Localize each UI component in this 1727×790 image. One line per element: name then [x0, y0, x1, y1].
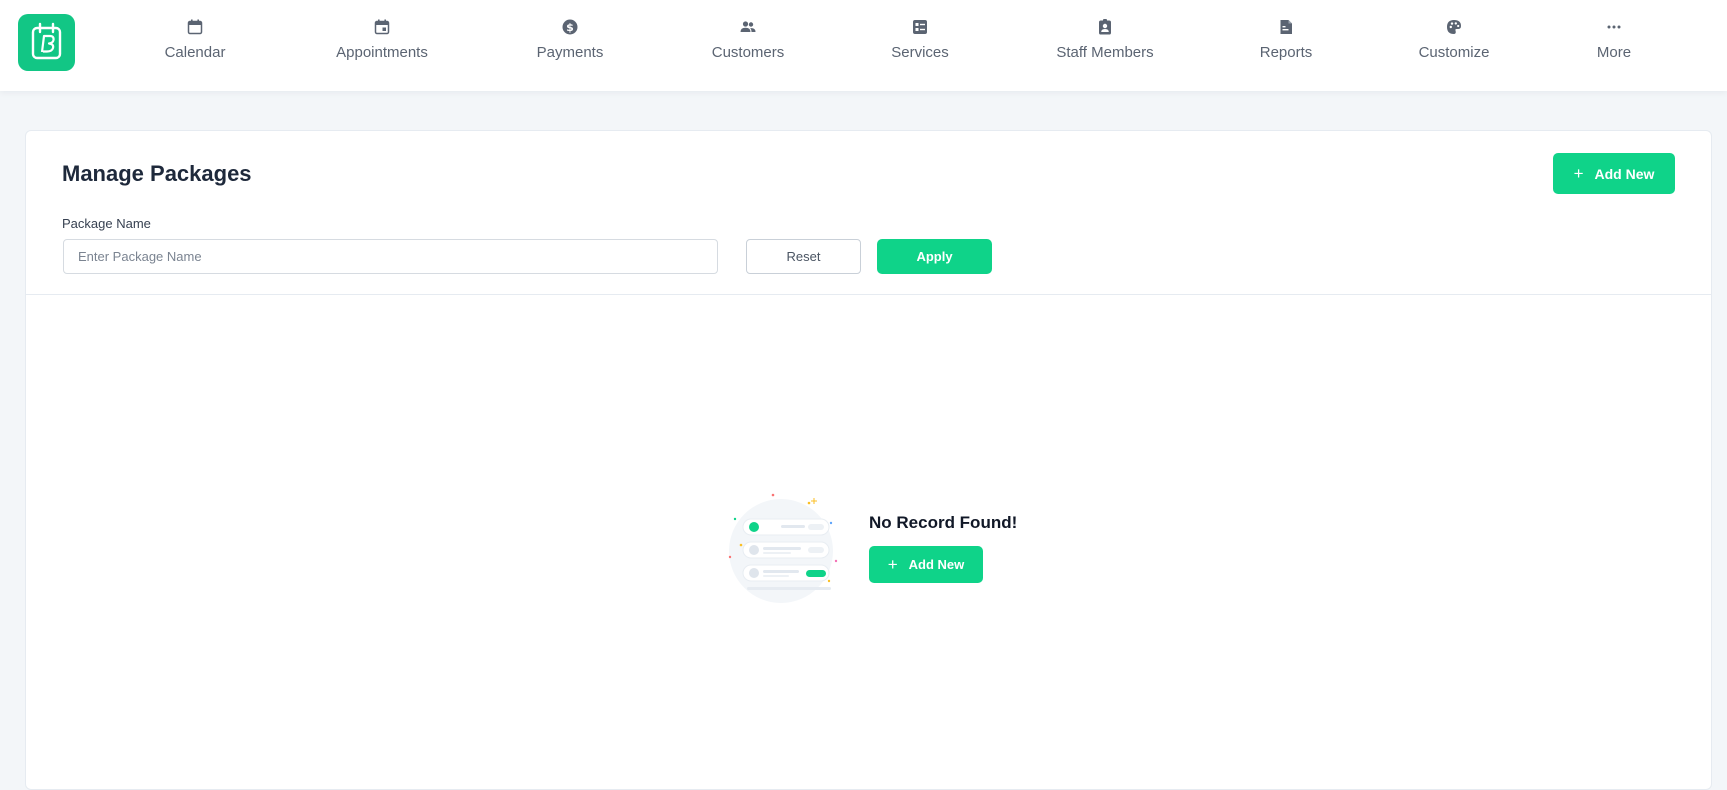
add-new-label: Add New — [1594, 165, 1655, 182]
svg-text:$: $ — [566, 21, 574, 34]
nav-item-more[interactable]: More — [1534, 18, 1694, 68]
plus-icon: + — [1573, 164, 1584, 183]
calendar-event-icon — [373, 18, 391, 36]
top-navbar: Calendar Appointments $ Payments Custome… — [0, 0, 1727, 91]
service-list-icon — [911, 18, 929, 36]
nav-label: Staff Members — [1056, 44, 1154, 61]
report-document-icon — [1277, 18, 1295, 36]
users-icon — [739, 18, 757, 36]
app-logo[interactable] — [18, 14, 75, 71]
staff-badge-icon — [1096, 18, 1114, 36]
more-dots-icon — [1605, 18, 1623, 36]
nav-label: Customize — [1418, 44, 1490, 61]
nav-label: Payments — [536, 44, 604, 61]
nav-label: Services — [891, 44, 949, 61]
package-name-input[interactable] — [63, 239, 718, 274]
dollar-circle-icon: $ — [561, 18, 579, 36]
add-new-button[interactable]: + Add New — [1553, 153, 1675, 194]
package-name-label: Package Name — [62, 216, 151, 231]
nav-label: More — [1596, 44, 1632, 61]
packages-card: Manage Packages + Add New Package Name R… — [25, 130, 1712, 790]
calendar-icon — [186, 18, 204, 36]
palette-icon — [1445, 18, 1463, 36]
nav-item-staff-members[interactable]: Staff Members — [1025, 18, 1185, 68]
booking-calendar-logo-icon — [18, 14, 75, 71]
plus-icon: + — [887, 555, 898, 574]
nav-item-customize[interactable]: Customize — [1374, 18, 1534, 68]
empty-add-new-button[interactable]: + Add New — [869, 546, 983, 583]
nav-label: Reports — [1259, 44, 1313, 61]
nav-label: Calendar — [164, 44, 226, 61]
nav-label: Customers — [711, 44, 785, 61]
nav-item-services[interactable]: Services — [840, 18, 1000, 68]
nav-item-customers[interactable]: Customers — [668, 18, 828, 68]
nav-item-reports[interactable]: Reports — [1206, 18, 1366, 68]
nav-item-calendar[interactable]: Calendar — [115, 18, 275, 68]
page-title: Manage Packages — [62, 161, 252, 186]
filter-divider — [26, 294, 1711, 295]
empty-state-message: No Record Found! — [869, 513, 1018, 532]
nav-item-payments[interactable]: $ Payments — [490, 18, 650, 68]
nav-label: Appointments — [336, 44, 428, 61]
nav-item-appointments[interactable]: Appointments — [302, 18, 462, 68]
empty-list-illustration — [728, 493, 838, 603]
add-new-label: Add New — [908, 557, 965, 572]
apply-button[interactable]: Apply — [877, 239, 992, 274]
reset-button[interactable]: Reset — [746, 239, 861, 274]
